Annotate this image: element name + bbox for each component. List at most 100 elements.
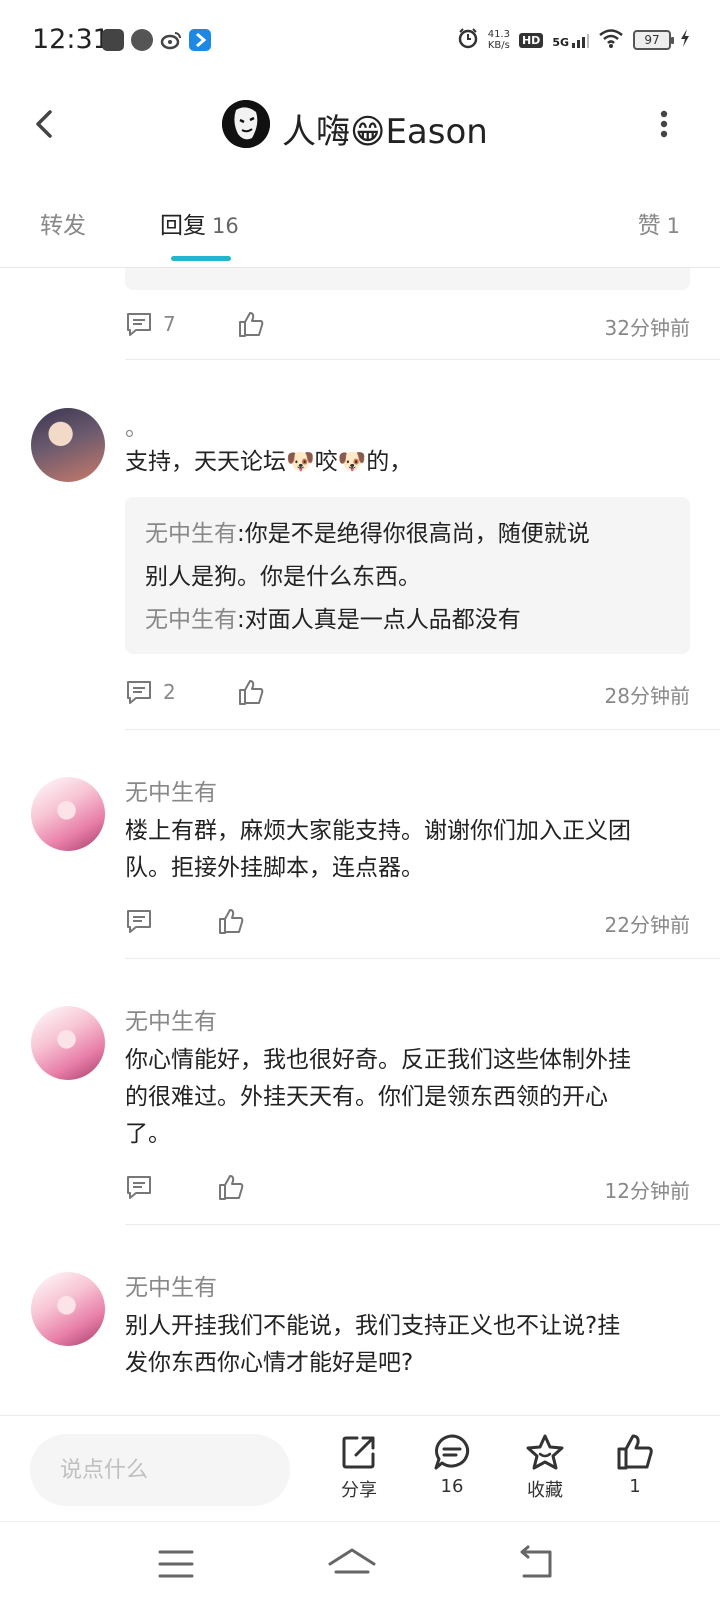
- signal-indicator: 5G: [552, 31, 589, 49]
- reply-time: 32分钟前: [604, 316, 690, 340]
- favorite-button[interactable]: 收藏: [510, 1432, 580, 1512]
- home-nav-button[interactable]: [322, 1542, 382, 1586]
- comments-count: 16: [440, 1476, 464, 1497]
- youku-app-icon: [102, 29, 124, 51]
- comment-button[interactable]: 7: [125, 304, 176, 344]
- status-indicators: 41.3 KB/s HD 5G 97: [457, 26, 690, 54]
- tab-bar: 转发 回复 16 赞1: [0, 190, 720, 268]
- comment-button[interactable]: [125, 901, 153, 941]
- comment-button[interactable]: [125, 1167, 153, 1207]
- reply-text-line: 你心情能好，我也很好奇。反正我们这些体制外挂: [125, 1047, 631, 1073]
- comment-button[interactable]: 2: [125, 672, 176, 712]
- net-speed: 41.3 KB/s: [488, 29, 510, 51]
- reply-text-line: 发你东西你心情才能好是吧?: [125, 1350, 414, 1376]
- reply-text-line: 队。拒接外挂脚本，连点器。: [125, 855, 424, 881]
- user-avatar[interactable]: [31, 777, 105, 851]
- system-navigation-bar: [0, 1521, 720, 1605]
- comments-button[interactable]: 16: [417, 1432, 487, 1512]
- header-title: 人嗨😁Eason: [282, 112, 488, 152]
- reply-time: 28分钟前: [604, 684, 690, 708]
- menu-nav-button[interactable]: [146, 1542, 206, 1586]
- like-button[interactable]: [237, 672, 265, 712]
- tab-like[interactable]: 赞1: [638, 206, 680, 240]
- quoted-reply: 无中生有:对面人真是一点人品都没有: [145, 599, 670, 642]
- status-time: 12:31: [32, 24, 110, 55]
- quote-separator: :: [237, 521, 245, 547]
- quoted-reply: 无中生有:你是不是绝得你很高尚，随便就说: [145, 513, 670, 556]
- like-button[interactable]: [217, 1167, 245, 1207]
- charging-icon: [680, 28, 690, 52]
- wifi-icon: [598, 27, 624, 53]
- reply-actions: 22分钟前: [125, 901, 690, 941]
- quote-box: [125, 268, 690, 290]
- blue-app-icon: [189, 29, 211, 51]
- user-avatar[interactable]: [31, 408, 105, 482]
- like-button[interactable]: [237, 304, 265, 344]
- comment-icon: [127, 313, 151, 336]
- back-nav-button[interactable]: [506, 1542, 566, 1586]
- thumbs-up-icon: [239, 312, 264, 337]
- reply-author[interactable]: 无中生有: [125, 773, 217, 807]
- comment-icon: [127, 1176, 151, 1199]
- quote-separator: :: [237, 607, 245, 633]
- back-button[interactable]: [24, 102, 68, 146]
- alarm-icon: [457, 27, 479, 53]
- tab-reply[interactable]: 回复 16: [160, 206, 239, 240]
- share-button[interactable]: 分享: [324, 1432, 394, 1512]
- thumbs-up-icon: [617, 1434, 653, 1470]
- hd-badge: HD: [518, 32, 544, 48]
- quote-text: 对面人真是一点人品都没有: [244, 607, 521, 633]
- quote-box[interactable]: 无中生有:你是不是绝得你很高尚，随便就说 别人是狗。你是什么东西。 无中生有:对…: [125, 497, 690, 654]
- reply-time: 22分钟前: [604, 913, 690, 937]
- header: 人嗨😁Eason: [0, 80, 720, 180]
- reply-actions: 2 28分钟前: [125, 672, 690, 712]
- reply-divider: [125, 958, 720, 959]
- reply-author[interactable]: 无中生有: [125, 1002, 217, 1036]
- quote-user[interactable]: 无中生有: [145, 521, 237, 547]
- like-post-button[interactable]: 1: [600, 1432, 670, 1512]
- tab-forward-label: 转发: [40, 213, 86, 239]
- reply-actions: 12分钟前: [125, 1167, 690, 1207]
- thumbs-up-icon: [219, 1175, 244, 1200]
- weibo-app-icon: [160, 29, 182, 51]
- comment-input[interactable]: [30, 1434, 290, 1506]
- reply-list: 7 32分钟前 。 支持，天天论坛🐶咬🐶的， 无中生有:你是不是绝得你很高尚，随…: [0, 268, 720, 1415]
- header-avatar[interactable]: [222, 100, 270, 148]
- star-icon: [526, 1434, 564, 1470]
- like-button[interactable]: [217, 901, 245, 941]
- bottom-action-bar: 分享 16 收藏 1: [0, 1415, 720, 1521]
- speedometer-app-icon: [131, 29, 153, 51]
- net-speed-value: 41.3: [487, 29, 510, 40]
- more-options-button[interactable]: [652, 102, 676, 146]
- reply-author[interactable]: 无中生有: [125, 1268, 217, 1302]
- like-count: 1: [629, 1476, 641, 1497]
- home-icon: [328, 1548, 376, 1574]
- reply-author[interactable]: 。: [125, 408, 148, 442]
- reply-divider: [125, 1224, 720, 1225]
- share-label: 分享: [341, 1480, 377, 1501]
- battery-indicator: 97: [633, 30, 674, 50]
- tab-active-indicator: [171, 256, 231, 261]
- return-icon: [520, 1545, 552, 1578]
- reply-time: 12分钟前: [604, 1179, 690, 1203]
- network-type: 5G: [552, 36, 569, 49]
- tab-like-label: 赞: [637, 213, 661, 239]
- more-vertical-icon: [660, 110, 668, 138]
- reply-divider: [125, 729, 720, 730]
- net-speed-unit: KB/s: [487, 40, 510, 51]
- comment-icon: [127, 910, 151, 933]
- reply-text: 支持，天天论坛🐶咬🐶的，: [125, 449, 413, 475]
- comment-count: 2: [163, 680, 176, 704]
- thumbs-up-icon: [219, 909, 244, 934]
- comment-icon: [127, 681, 151, 704]
- tab-forward[interactable]: 转发: [40, 206, 86, 240]
- quote-user[interactable]: 无中生有: [145, 607, 237, 633]
- reply-divider: [125, 359, 720, 360]
- tab-reply-label: 回复: [160, 213, 206, 239]
- quote-text: 你是不是绝得你很高尚，随便就说: [244, 521, 590, 547]
- reply-text-line: 楼上有群，麻烦大家能支持。谢谢你们加入正义团: [125, 818, 631, 844]
- user-avatar[interactable]: [31, 1272, 105, 1346]
- comment-count: 7: [163, 312, 176, 336]
- signal-bars-icon: [572, 34, 589, 48]
- user-avatar[interactable]: [31, 1006, 105, 1080]
